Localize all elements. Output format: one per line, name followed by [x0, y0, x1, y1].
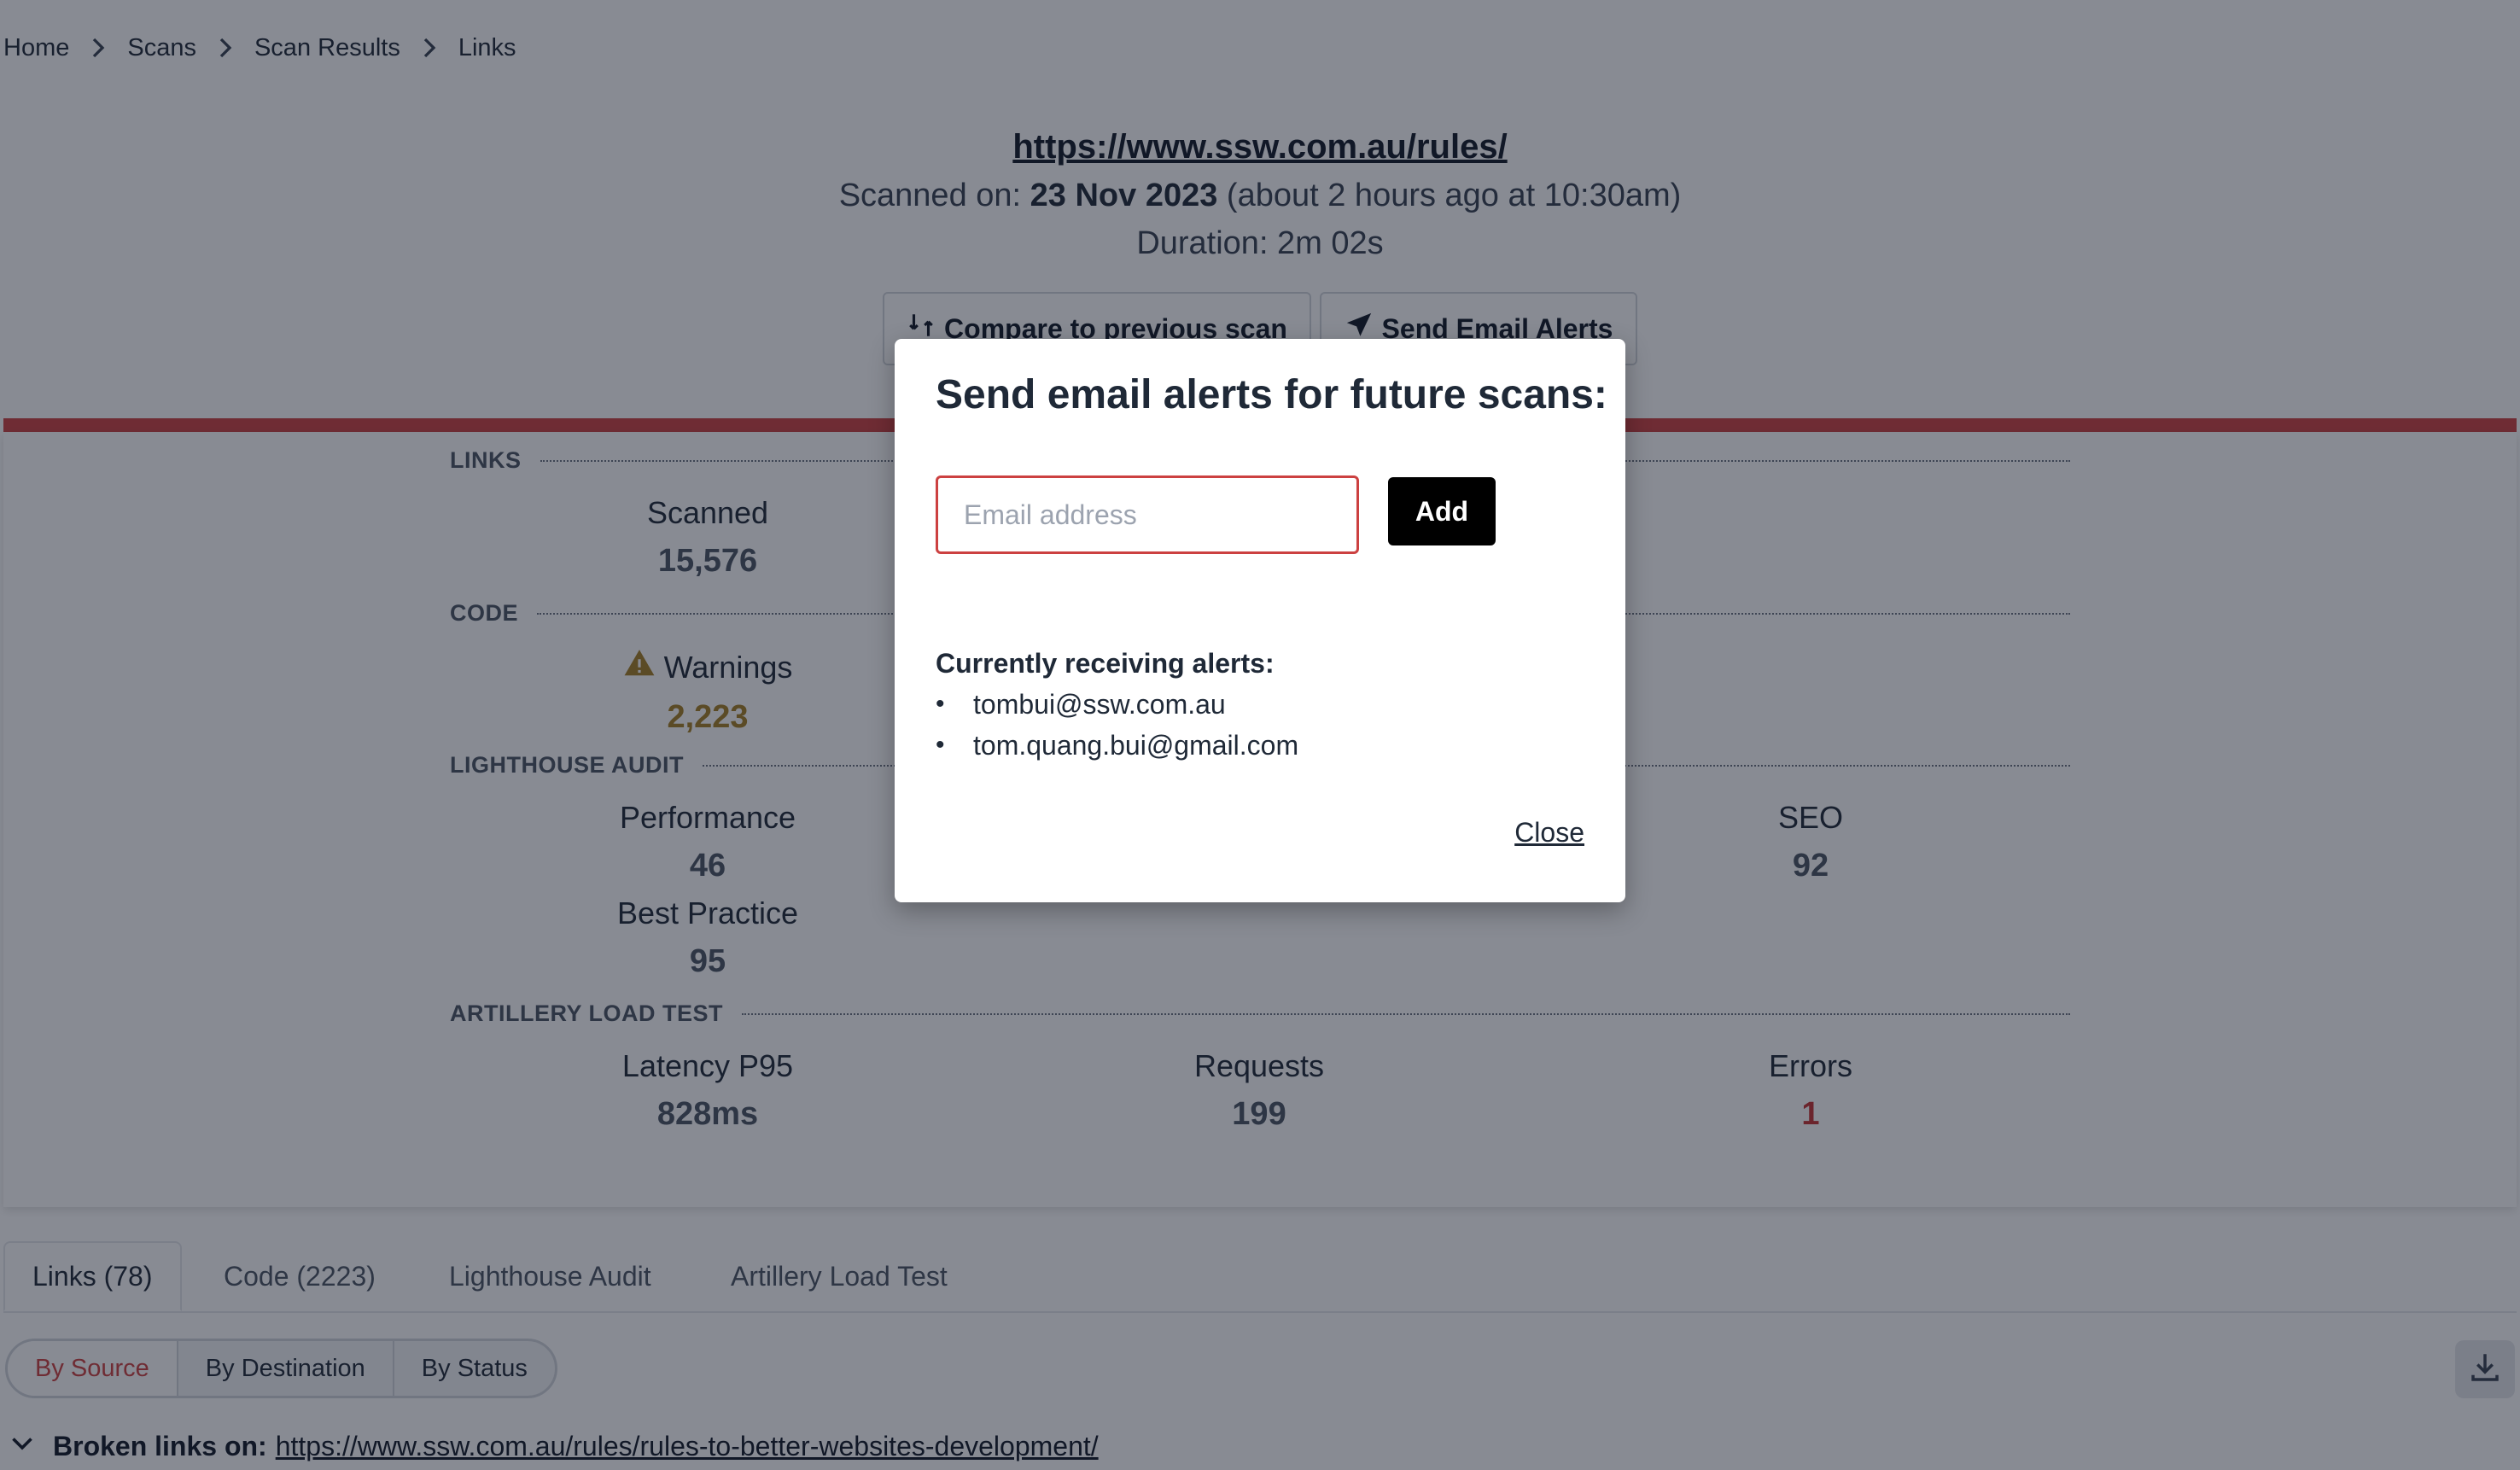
list-item: • tombui@ssw.com.au	[936, 684, 1298, 725]
bullet: •	[936, 731, 945, 759]
modal-title: Send email alerts for future scans:	[936, 372, 1607, 417]
receiving-alerts-title: Currently receiving alerts:	[936, 648, 1275, 679]
receiving-alerts-list: • tombui@ssw.com.au • tom.quang.bui@gmail.…	[936, 684, 1298, 766]
email-alerts-modal: Send email alerts for future scans: Add …	[895, 339, 1625, 902]
close-button[interactable]: Close	[1514, 817, 1584, 849]
bullet: •	[936, 690, 945, 718]
list-item: • tom.quang.bui@gmail.com	[936, 725, 1298, 766]
email-entry: tom.quang.bui@gmail.com	[973, 729, 1299, 761]
scan-results-page: Home Scans Scan Results Links https://ww…	[0, 0, 2520, 1470]
email-input[interactable]	[936, 475, 1359, 554]
email-entry: tombui@ssw.com.au	[973, 688, 1226, 720]
add-button[interactable]: Add	[1388, 477, 1496, 545]
